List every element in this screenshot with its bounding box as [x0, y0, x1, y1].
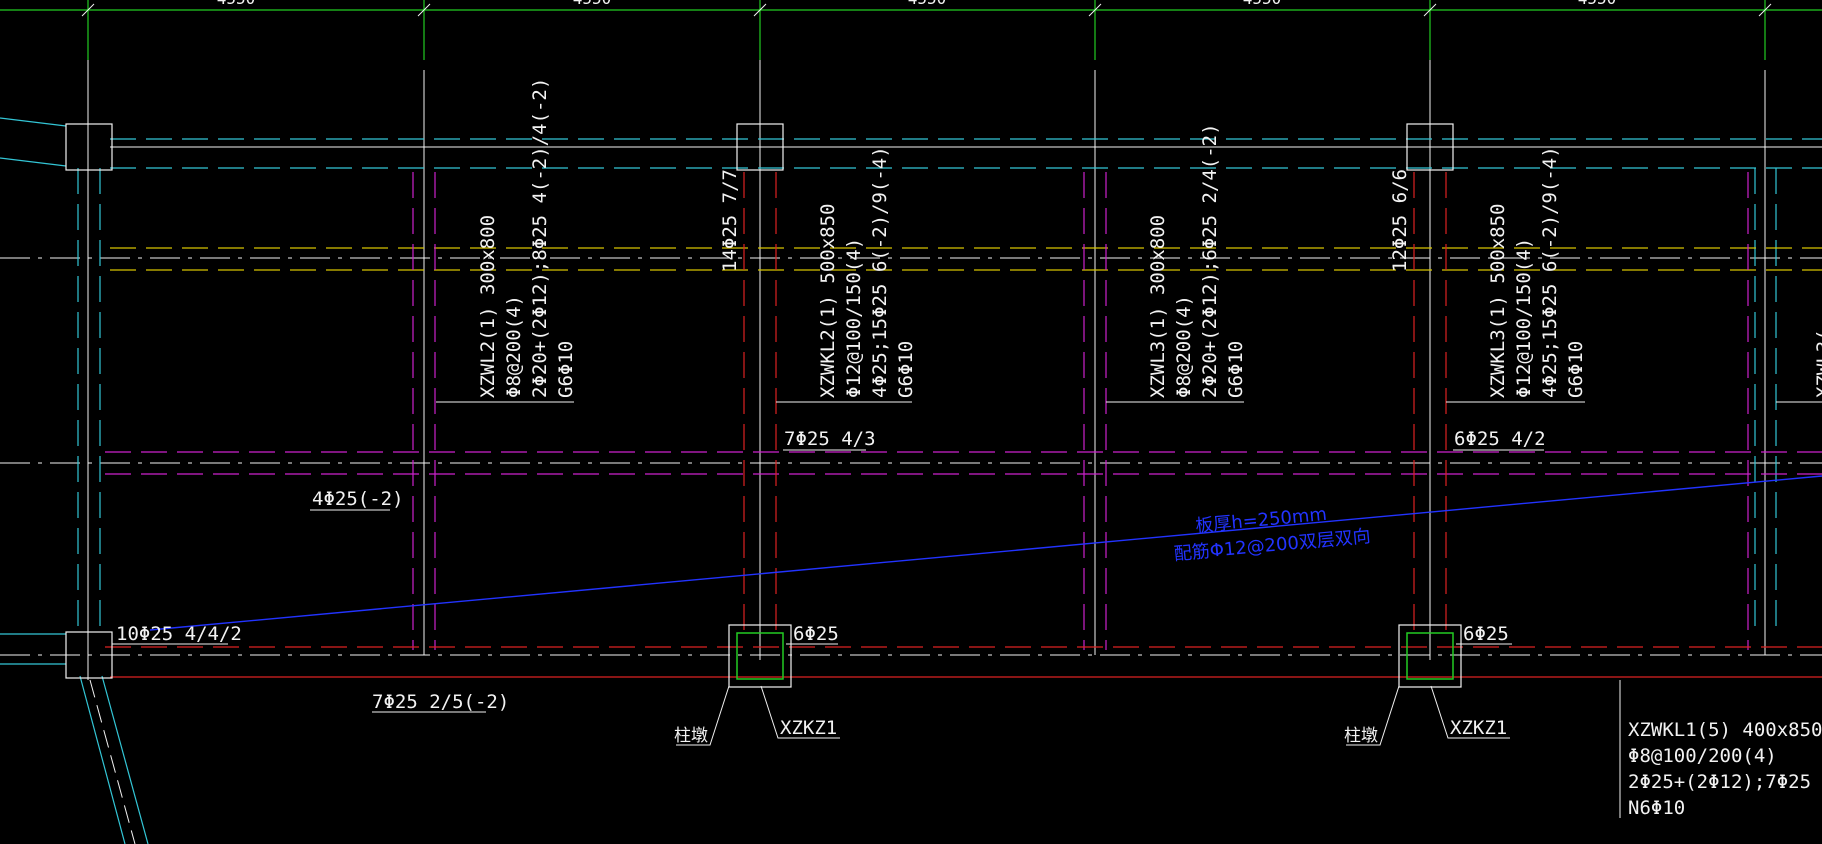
structural-plan-drawing[interactable]: 4550 4550 4550 4550 4550 — [0, 0, 1822, 844]
rebar-label-col-bar-1: 6Φ25 — [793, 623, 839, 645]
cyan-beam-left — [77, 168, 1777, 630]
beam-label-xzwkl3: XZWKL3(1) 500x850 Φ12@100/150(4) 4Φ25;15… — [1487, 146, 1587, 398]
xzwl3-line-4: G6Φ10 — [1225, 341, 1247, 398]
dimension-5: 4550 — [1578, 0, 1617, 8]
xzwkl3-line-1: XZWKL3(1) 500x850 — [1487, 204, 1509, 398]
rebar-label-col-top-1: 14Φ25 7/7 — [719, 169, 741, 272]
xzwkl3-line-3: 4Φ25;15Φ25 6(-2)/9(-4) — [1539, 146, 1561, 398]
rebar-label-bottom-mid: 7Φ25 2/5(-2) — [372, 691, 509, 713]
dimension-2: 4550 — [573, 0, 612, 8]
cyan-slant-lines — [0, 117, 149, 844]
xzwkl1-line-2: Φ8@100/200(4) — [1628, 745, 1777, 767]
xzwkl1-line-1: XZWKL1(5) 400x850 — [1628, 719, 1822, 741]
dimension-1: 4550 — [217, 0, 256, 8]
yellow-beam — [110, 247, 1822, 271]
xzwkl1-line-4: N6Φ10 — [1628, 797, 1685, 819]
slab-note: 板厚h=250mm 配筋Φ12@200双层双向 — [1173, 504, 1372, 565]
rebar-label-col-top-2: 12Φ25 6/6 — [1389, 169, 1411, 272]
xzwl2-line-2: Φ8@200(4) — [503, 295, 525, 398]
xzwkl2-line-4: G6Φ10 — [895, 341, 917, 398]
dimension-4: 4550 — [1243, 0, 1282, 8]
rebar-label-left-1: 4Φ25(-2) — [312, 488, 404, 510]
svg-text:14Φ25 7/7: 14Φ25 7/7 — [719, 169, 741, 272]
xzwl2-line-1: XZWL2(1) 300x800 — [477, 215, 499, 398]
column-tag-1: XZKZ1 — [780, 717, 837, 739]
xzwkl2-line-1: XZWKL2(1) 500x850 — [817, 204, 839, 398]
edge-partial-label: XZWL3( — [1813, 329, 1822, 398]
svg-text:12Φ25 6/6: 12Φ25 6/6 — [1389, 169, 1411, 272]
xzwkl2-line-3: 4Φ25;15Φ25 6(-2)/9(-4) — [869, 146, 891, 398]
rebar-label-col-bar-2: 6Φ25 — [1463, 623, 1509, 645]
dimension-line — [0, 0, 1822, 60]
columns — [65, 123, 1462, 688]
xzwl3-line-2: Φ8@200(4) — [1173, 295, 1195, 398]
dimension-3: 4550 — [908, 0, 947, 8]
xzwl2-line-4: G6Φ10 — [555, 341, 577, 398]
xzwkl3-line-2: Φ12@100/150(4) — [1513, 238, 1535, 398]
xzwl2-line-3: 2Φ20+(2Φ12);8Φ25 4(-2)/4(-2) — [529, 78, 551, 398]
rebar-label-mid-2: 6Φ25 4/2 — [1454, 428, 1546, 450]
pier-label-1: 柱墩 — [674, 726, 708, 746]
xzwkl1-line-3: 2Φ25+(2Φ12);7Φ25 — [1628, 771, 1811, 793]
red-beams — [105, 172, 1822, 648]
beam-label-xzwl3: XZWL3(1) 300x800 Φ8@200(4) 2Φ20+(2Φ12);6… — [1147, 123, 1247, 398]
column-tag-2: XZKZ1 — [1450, 717, 1507, 739]
beam-label-xzwl2: XZWL2(1) 300x800 Φ8@200(4) 2Φ20+(2Φ12);8… — [477, 78, 577, 398]
xzwkl3-line-4: G6Φ10 — [1565, 341, 1587, 398]
xzwkl2-line-2: Φ12@100/150(4) — [843, 238, 865, 398]
beam-label-xzwkl1: XZWKL1(5) 400x850 Φ8@100/200(4) 2Φ25+(2Φ… — [1628, 719, 1822, 819]
xzwl3-line-3: 2Φ20+(2Φ12);6Φ25 2/4(-2) — [1199, 123, 1221, 398]
beam-label-edge-partial: XZWL3( — [1813, 329, 1822, 398]
xzwl3-line-1: XZWL3(1) 300x800 — [1147, 215, 1169, 398]
beam-label-xzwkl2: XZWKL2(1) 500x850 Φ12@100/150(4) 4Φ25;15… — [817, 146, 917, 398]
white-slant-dashed — [89, 679, 136, 844]
rebar-label-bottom-left: 10Φ25 4/4/2 — [116, 623, 242, 645]
cyan-beam-top — [110, 138, 1822, 169]
rebar-label-mid-1: 7Φ25 4/3 — [784, 428, 876, 450]
cad-drawing-canvas[interactable]: 4550 4550 4550 4550 4550 — [0, 0, 1822, 844]
pier-label-2: 柱墩 — [1344, 726, 1378, 746]
